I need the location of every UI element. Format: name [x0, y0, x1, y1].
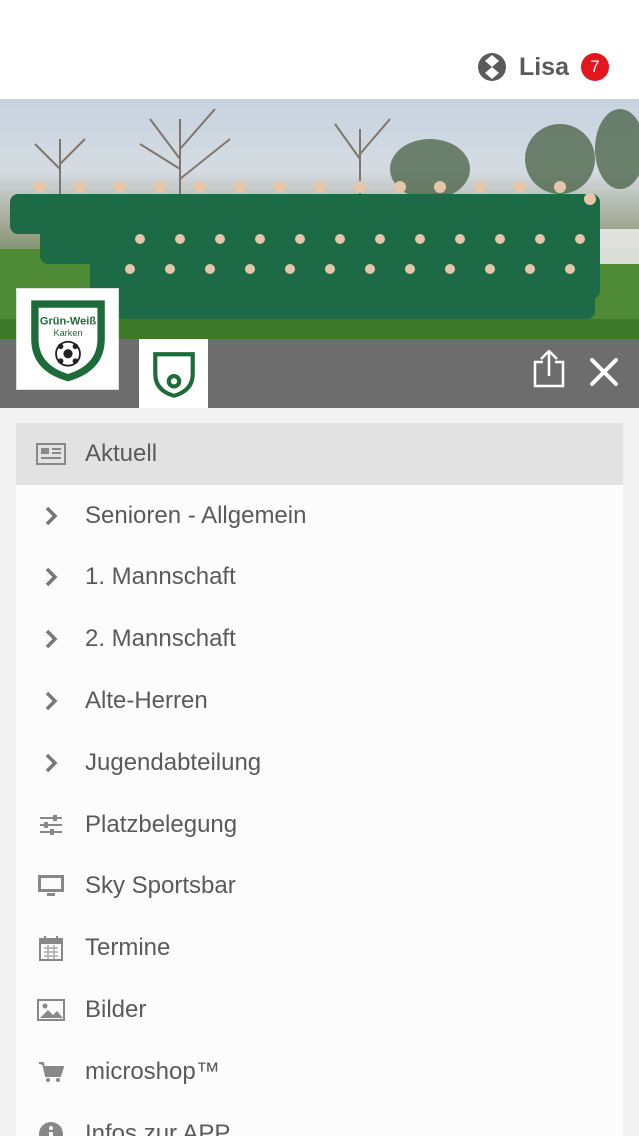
menu-item-senioren[interactable]: Senioren - Allgemein: [16, 485, 623, 547]
menu-item-label: Senioren - Allgemein: [85, 501, 307, 529]
club-crest-icon: Grün-Weiß Karken: [30, 300, 105, 382]
menu-item-label: Jugendabteilung: [85, 748, 262, 776]
notification-badge[interactable]: 7: [581, 53, 609, 81]
menu-item-label: 2. Mannschaft: [85, 625, 236, 653]
menu-item-label: Termine: [85, 934, 171, 962]
club-crest-small-icon: [152, 351, 195, 398]
menu-item-label: Platzbelegung: [85, 810, 238, 838]
club-crest-large: Grün-Weiß Karken: [16, 288, 119, 390]
sliders-icon: [36, 810, 66, 840]
menu-item-microshop[interactable]: microshop™: [16, 1041, 623, 1103]
chevron-right-icon: [36, 624, 66, 654]
menu-item-1-mannschaft[interactable]: 1. Mannschaft: [16, 547, 623, 609]
chevron-right-icon: [36, 501, 66, 531]
menu-item-label: Aktuell: [85, 439, 158, 467]
navigation-menu: Aktuell Senioren - Allgemein 1. Mannscha…: [16, 423, 623, 1136]
menu-item-label: Alte-Herren: [85, 687, 208, 715]
chevron-right-icon: [36, 748, 66, 778]
menu-item-label: Sky Sportsbar: [85, 872, 236, 900]
menu-item-termine[interactable]: Termine: [16, 917, 623, 979]
close-icon[interactable]: [588, 356, 620, 388]
newspaper-icon: [36, 439, 66, 469]
menu-item-jugendabteilung[interactable]: Jugendabteilung: [16, 732, 623, 794]
club-tab[interactable]: [139, 339, 208, 408]
crest-bottom-text: Karken: [53, 328, 82, 338]
menu-item-label: Infos zur APP: [85, 1119, 231, 1136]
app-logo-icon: [477, 53, 506, 81]
info-icon: [36, 1119, 66, 1136]
calendar-icon: [36, 933, 66, 963]
crest-top-text: Grün-Weiß: [39, 315, 95, 327]
menu-item-bilder[interactable]: Bilder: [16, 979, 623, 1041]
user-profile[interactable]: Lisa 7: [477, 50, 609, 84]
monitor-icon: [36, 871, 66, 901]
cart-icon: [36, 1057, 66, 1087]
share-icon[interactable]: [532, 350, 566, 388]
menu-item-label: 1. Mannschaft: [85, 563, 236, 591]
chevron-right-icon: [36, 686, 66, 716]
menu-item-2-mannschaft[interactable]: 2. Mannschaft: [16, 608, 623, 670]
chevron-right-icon: [36, 562, 66, 592]
menu-item-sky-sportsbar[interactable]: Sky Sportsbar: [16, 856, 623, 918]
menu-item-infos-app[interactable]: Infos zur APP: [16, 1103, 623, 1136]
top-bar: Lisa 7: [0, 0, 639, 99]
image-icon: [36, 995, 66, 1025]
menu-item-label: microshop™: [85, 1057, 220, 1085]
menu-item-alte-herren[interactable]: Alte-Herren: [16, 670, 623, 732]
user-name: Lisa: [518, 52, 569, 81]
menu-item-platzbelegung[interactable]: Platzbelegung: [16, 794, 623, 856]
menu-item-label: Bilder: [85, 996, 147, 1024]
menu-item-aktuell[interactable]: Aktuell: [16, 423, 623, 485]
